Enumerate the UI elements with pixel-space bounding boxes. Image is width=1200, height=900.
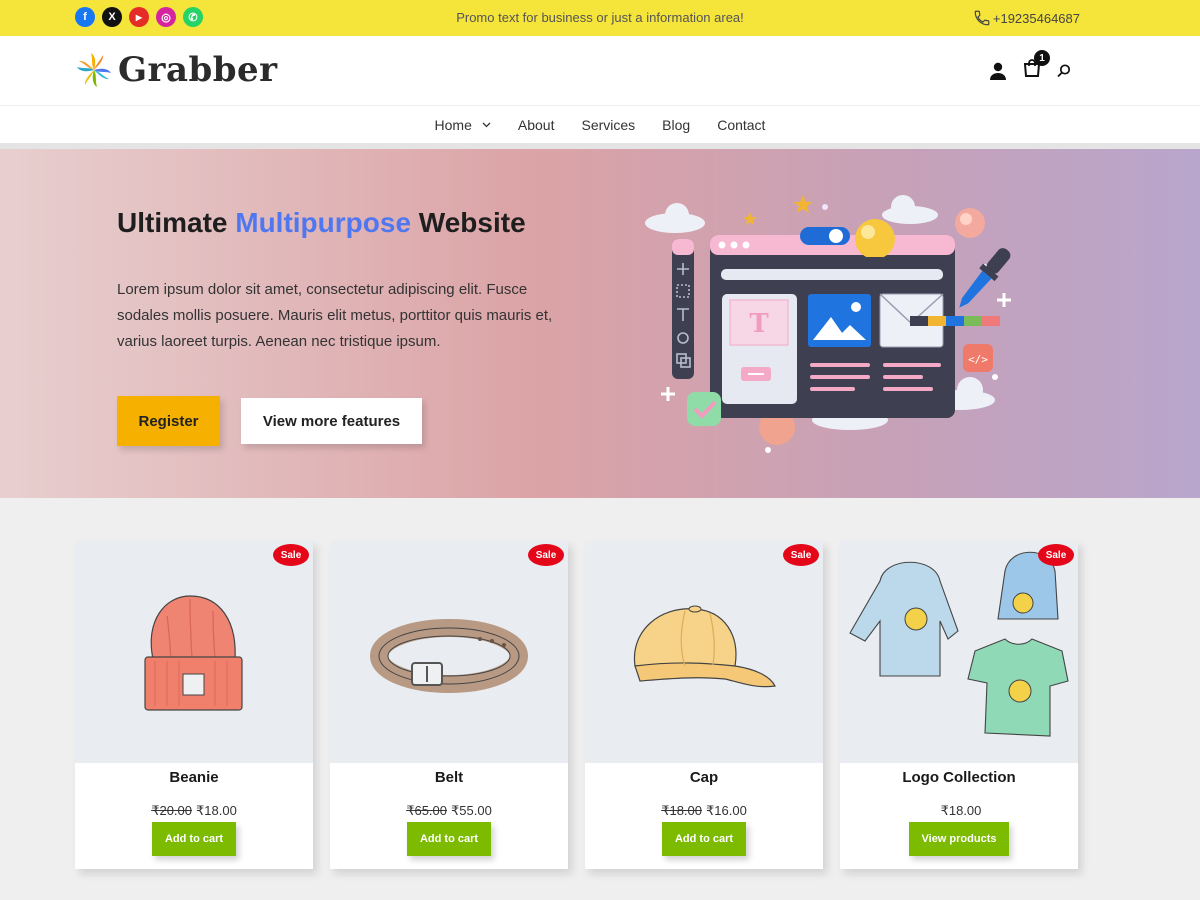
view-products-button[interactable]: View products <box>909 822 1009 856</box>
old-price: ₹20.00 <box>151 803 192 818</box>
sale-price: ₹18.00 <box>196 803 237 818</box>
old-price: ₹65.00 <box>406 803 447 818</box>
product-image-beanie[interactable]: Sale <box>75 541 313 763</box>
old-price: ₹18.00 <box>661 803 702 818</box>
nav-label-about: About <box>517 116 555 133</box>
svg-text:</>: </> <box>968 353 988 366</box>
nav-label-home: Home <box>434 116 472 133</box>
hero-title-end: Website <box>411 207 526 238</box>
product-name[interactable]: Logo Collection <box>840 769 1078 786</box>
cart-count-badge: 1 <box>1034 50 1050 66</box>
svg-text:T: T <box>749 309 769 339</box>
sale-badge: Sale <box>528 544 564 566</box>
cart-button[interactable]: 1 <box>1022 50 1050 83</box>
product-price: ₹18.00 ₹16.00 <box>585 803 823 819</box>
nav-item-about[interactable]: About <box>518 117 555 133</box>
product-image-cap[interactable]: Sale <box>585 541 823 763</box>
add-to-cart-button[interactable]: Add to cart <box>407 822 491 856</box>
hero-title: Ultimate Multipurpose Website <box>117 207 526 239</box>
user-icon[interactable] <box>988 61 1008 81</box>
chevron-down-icon[interactable] <box>482 122 491 128</box>
phone-icon <box>974 10 990 26</box>
sale-price: ₹18.00 <box>940 803 982 818</box>
product-card-beanie[interactable]: Sale Beanie ₹20.00 ₹18.00 Add to cart <box>75 541 313 869</box>
main-navigation: Home About Services Blog Contact <box>0 106 1200 143</box>
product-image-logo-collection[interactable]: Sale <box>840 541 1078 763</box>
product-name[interactable]: Belt <box>330 769 568 786</box>
sale-badge: Sale <box>783 544 819 566</box>
add-to-cart-button[interactable]: Add to cart <box>152 822 236 856</box>
sale-badge: Sale <box>1038 544 1074 566</box>
product-price: ₹65.00 ₹55.00 <box>330 803 568 819</box>
nav-label-services: Services <box>581 116 636 133</box>
register-button[interactable]: Register <box>117 396 220 446</box>
sale-price: ₹55.00 <box>451 803 492 818</box>
nav-item-services[interactable]: Services <box>581 117 635 133</box>
product-name[interactable]: Beanie <box>75 769 313 786</box>
nav-item-contact[interactable]: Contact <box>717 117 765 133</box>
header-icons: 1 <box>988 50 1072 83</box>
belt-image <box>370 619 528 693</box>
search-icon[interactable] <box>1056 63 1072 79</box>
product-grid: Sale Beanie ₹20.00 ₹18.00 Add to cart Sal… <box>75 541 1078 869</box>
top-bar: f X ▶ ◎ ✆ Promo text for business or jus… <box>0 0 1200 36</box>
phone-number: +19235464687 <box>992 10 1080 26</box>
logo-text: Grabber <box>118 50 278 90</box>
hero-title-start: Ultimate <box>117 207 236 238</box>
hero-banner: Ultimate Multipurpose Website Lorem ipsu… <box>0 149 1200 498</box>
web-design-illustration: T </> <box>645 195 1011 453</box>
site-header: Grabber 1 <box>0 36 1200 106</box>
product-card-logo-collection[interactable]: Sale Logo Collection ₹18.00 View product… <box>840 541 1078 869</box>
beanie-image <box>144 595 243 711</box>
hero-description: Lorem ipsum dolor sit amet, consectetur … <box>117 281 553 350</box>
nav-item-blog[interactable]: Blog <box>662 117 690 133</box>
logo-collection-image <box>849 551 1069 737</box>
add-to-cart-button[interactable]: Add to cart <box>662 822 746 856</box>
product-name[interactable]: Cap <box>585 769 823 786</box>
nav-item-home[interactable]: Home <box>435 117 491 133</box>
view-more-features-button[interactable]: View more features <box>241 398 422 444</box>
sale-badge: Sale <box>273 544 309 566</box>
product-price: ₹20.00 ₹18.00 <box>75 803 313 819</box>
product-card-belt[interactable]: Sale Belt ₹65.00 ₹55.00 Add to cart <box>330 541 568 869</box>
nav-label-contact: Contact <box>717 116 766 133</box>
phone-link[interactable]: +19235464687 <box>973 9 1080 27</box>
sale-price: ₹16.00 <box>706 803 747 818</box>
site-logo[interactable]: Grabber <box>76 50 278 90</box>
nav-label-blog: Blog <box>662 116 691 133</box>
product-card-cap[interactable]: Sale Cap ₹18.00 ₹16.00 Add to cart <box>585 541 823 869</box>
product-price: ₹18.00 <box>840 803 1078 819</box>
hero-title-highlight: Multipurpose <box>235 207 412 238</box>
cap-image <box>633 605 776 688</box>
pinwheel-logo-icon <box>77 53 111 87</box>
product-image-belt[interactable]: Sale <box>330 541 568 763</box>
